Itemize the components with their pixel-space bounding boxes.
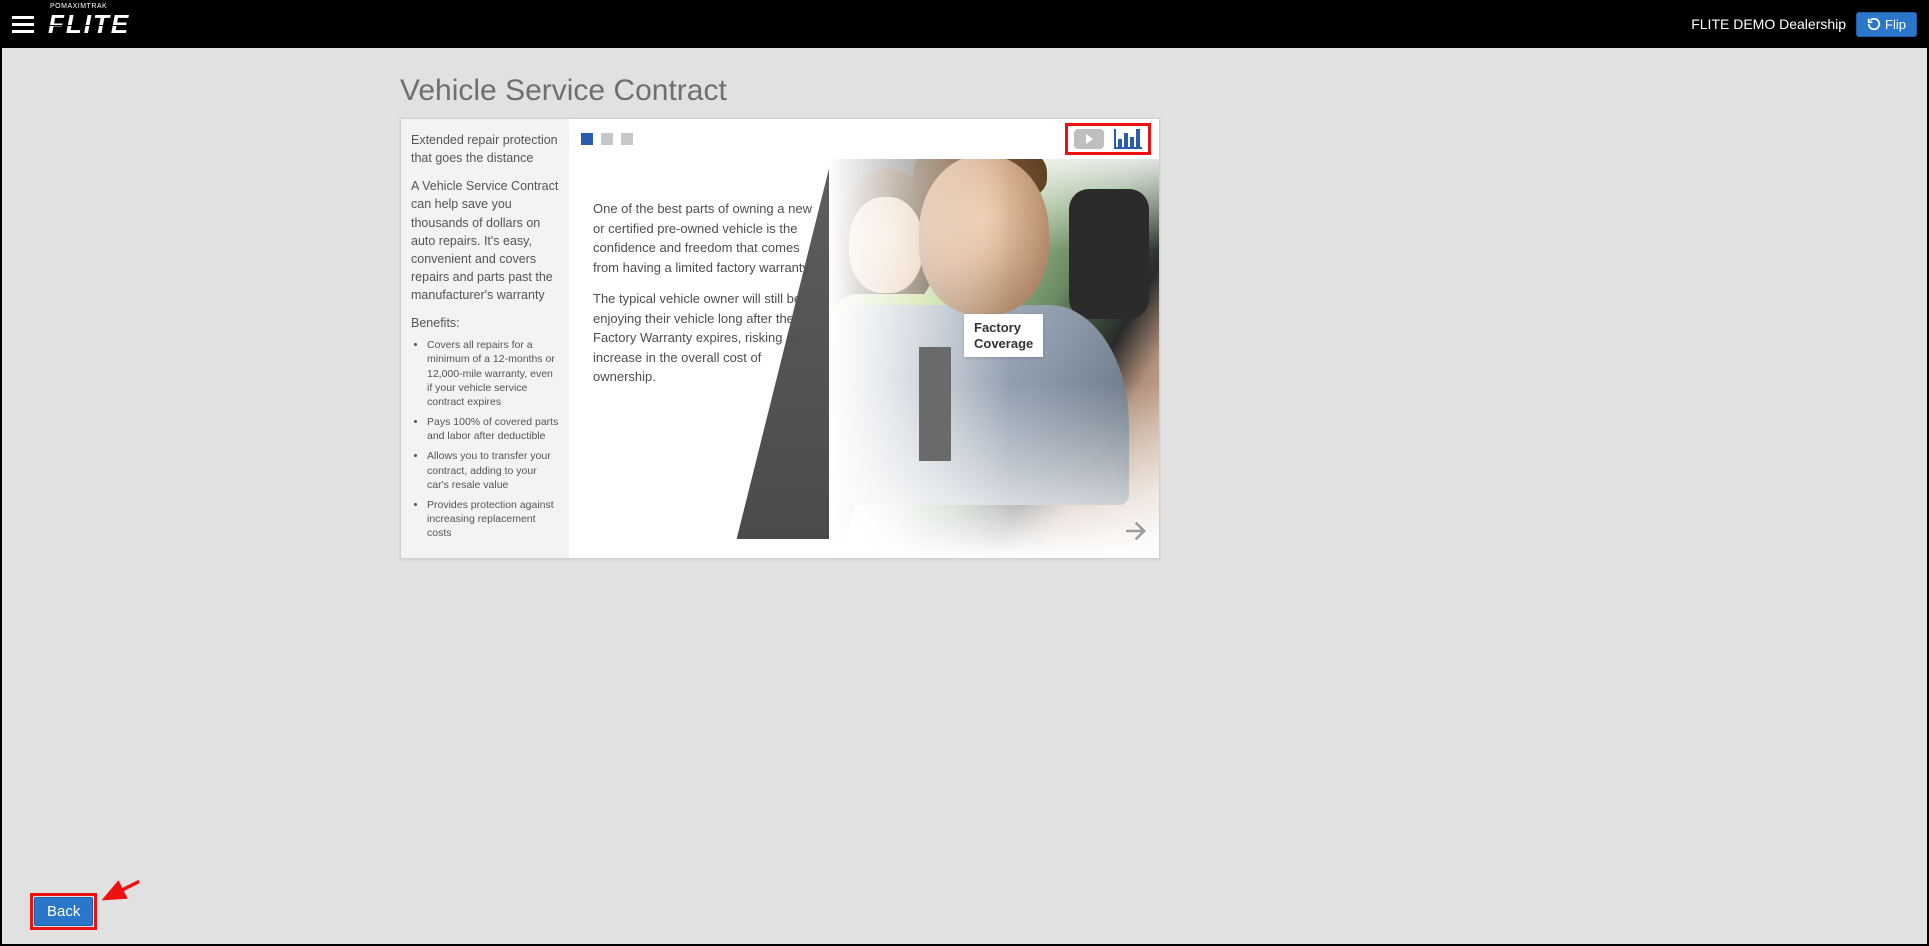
refresh-icon	[1867, 17, 1881, 31]
carousel-dot-3[interactable]	[621, 133, 633, 145]
carousel-dot-1[interactable]	[581, 133, 593, 145]
next-arrow-icon[interactable]	[1121, 516, 1151, 552]
body-para-2: The typical vehicle owner will still be …	[593, 289, 819, 387]
factory-line1: Factory	[974, 320, 1033, 336]
menu-icon[interactable]	[12, 16, 34, 33]
page-title: Vehicle Service Contract	[400, 74, 1929, 108]
sidebar-benefits-list: Covers all repairs for a minimum of a 12…	[411, 338, 559, 540]
brand-logo: POMAXIMTRAK FLITE	[48, 9, 130, 40]
brand-super: POMAXIMTRAK	[50, 3, 107, 10]
list-item: Provides protection against increasing r…	[427, 498, 559, 541]
list-item: Allows you to transfer your contract, ad…	[427, 449, 559, 492]
brand-text: FLITE	[48, 9, 130, 40]
flip-label: Flip	[1885, 17, 1906, 32]
carousel-dots	[581, 133, 633, 145]
annotation-arrow-icon	[98, 878, 144, 904]
video-icon[interactable]	[1074, 129, 1104, 149]
card-toolbar	[569, 119, 1159, 159]
header-left: POMAXIMTRAK FLITE	[12, 9, 130, 40]
product-card: Extended repair protection that goes the…	[400, 118, 1160, 559]
factory-coverage-label: Factory Coverage	[964, 314, 1043, 357]
barchart-icon[interactable]	[1114, 129, 1142, 149]
sidebar-description: A Vehicle Service Contract can help save…	[411, 177, 559, 304]
factory-coverage-bar	[919, 347, 951, 461]
card-sidebar: Extended repair protection that goes the…	[401, 119, 569, 558]
flip-button[interactable]: Flip	[1856, 12, 1917, 37]
page-body: Vehicle Service Contract Extended repair…	[0, 48, 1929, 559]
sidebar-benefits-title: Benefits:	[411, 314, 559, 332]
card-body-text: One of the best parts of owning a new or…	[569, 159, 819, 387]
back-button-wrap: Back	[34, 897, 93, 926]
back-button[interactable]: Back	[34, 897, 93, 926]
app-header: POMAXIMTRAK FLITE FLITE DEMO Dealership …	[0, 0, 1929, 48]
dealer-label: FLITE DEMO Dealership	[1691, 16, 1846, 32]
media-icons-highlight	[1065, 123, 1151, 155]
list-item: Covers all repairs for a minimum of a 12…	[427, 338, 559, 409]
header-right: FLITE DEMO Dealership Flip	[1691, 12, 1917, 37]
sidebar-tagline: Extended repair protection that goes the…	[411, 131, 559, 167]
factory-line2: Coverage	[974, 336, 1033, 352]
list-item: Pays 100% of covered parts and labor aft…	[427, 415, 559, 443]
carousel-dot-2[interactable]	[601, 133, 613, 145]
card-main: One of the best parts of owning a new or…	[569, 119, 1159, 558]
body-para-1: One of the best parts of owning a new or…	[593, 199, 819, 277]
